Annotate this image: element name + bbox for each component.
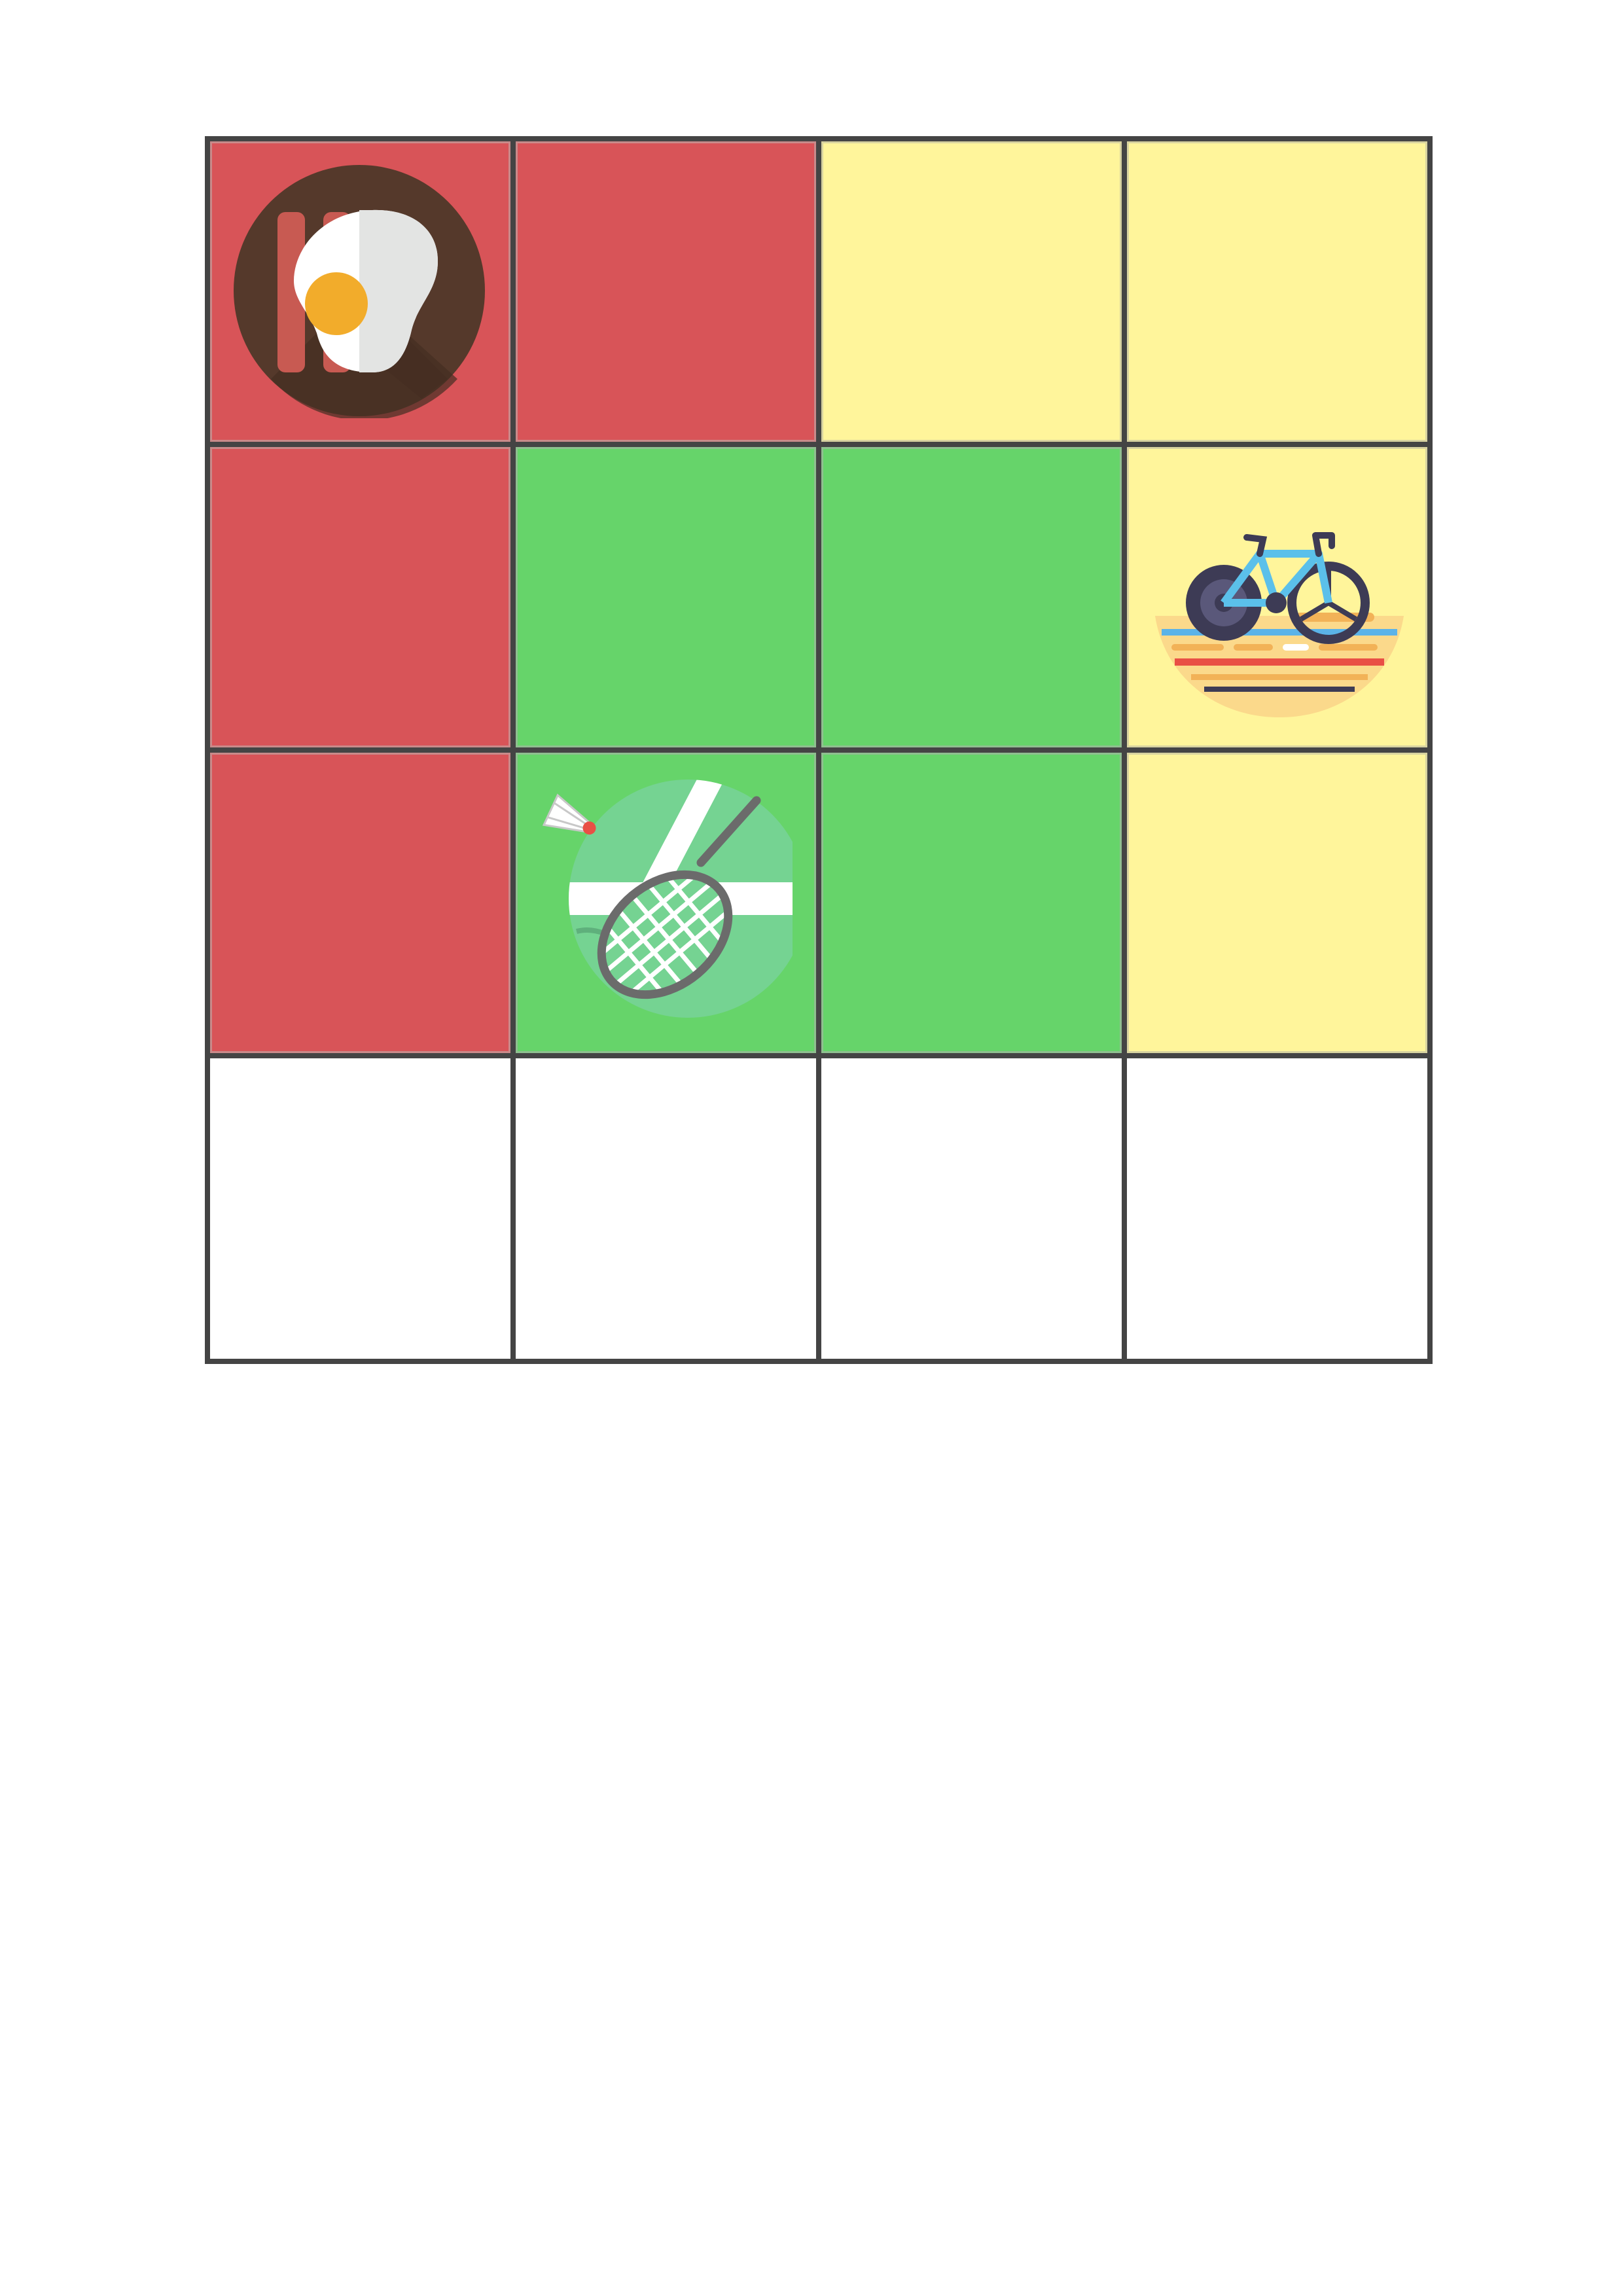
grid-cell-r3-c2: [516, 753, 816, 1053]
grid-cell-r3-c4: [1127, 753, 1427, 1053]
grid-cell-r2-c1: [210, 447, 510, 747]
activity-grid: [205, 136, 1433, 1364]
grid-cell-r4-c3: [821, 1058, 1122, 1359]
bacon-and-egg-icon: [234, 165, 485, 418]
grid-cell-r3-c3: [821, 753, 1122, 1053]
grid-cell-r4-c2: [516, 1058, 816, 1359]
grid-cell-r4-c4: [1127, 1058, 1427, 1359]
badminton-icon: [542, 780, 793, 1018]
grid-cell-r1-c1: [210, 141, 510, 442]
grid-cell-r4-c1: [210, 1058, 510, 1359]
grid-cell-r2-c2: [516, 447, 816, 747]
grid-cell-r3-c1: [210, 753, 510, 1053]
grid-cell-r2-c4: [1127, 447, 1427, 747]
grid-cell-r1-c2: [516, 141, 816, 442]
track-cycling-icon: [1155, 532, 1404, 717]
grid-cell-r2-c3: [821, 447, 1122, 747]
grid-cell-r1-c4: [1127, 141, 1427, 442]
grid-cell-r1-c3: [821, 141, 1122, 442]
